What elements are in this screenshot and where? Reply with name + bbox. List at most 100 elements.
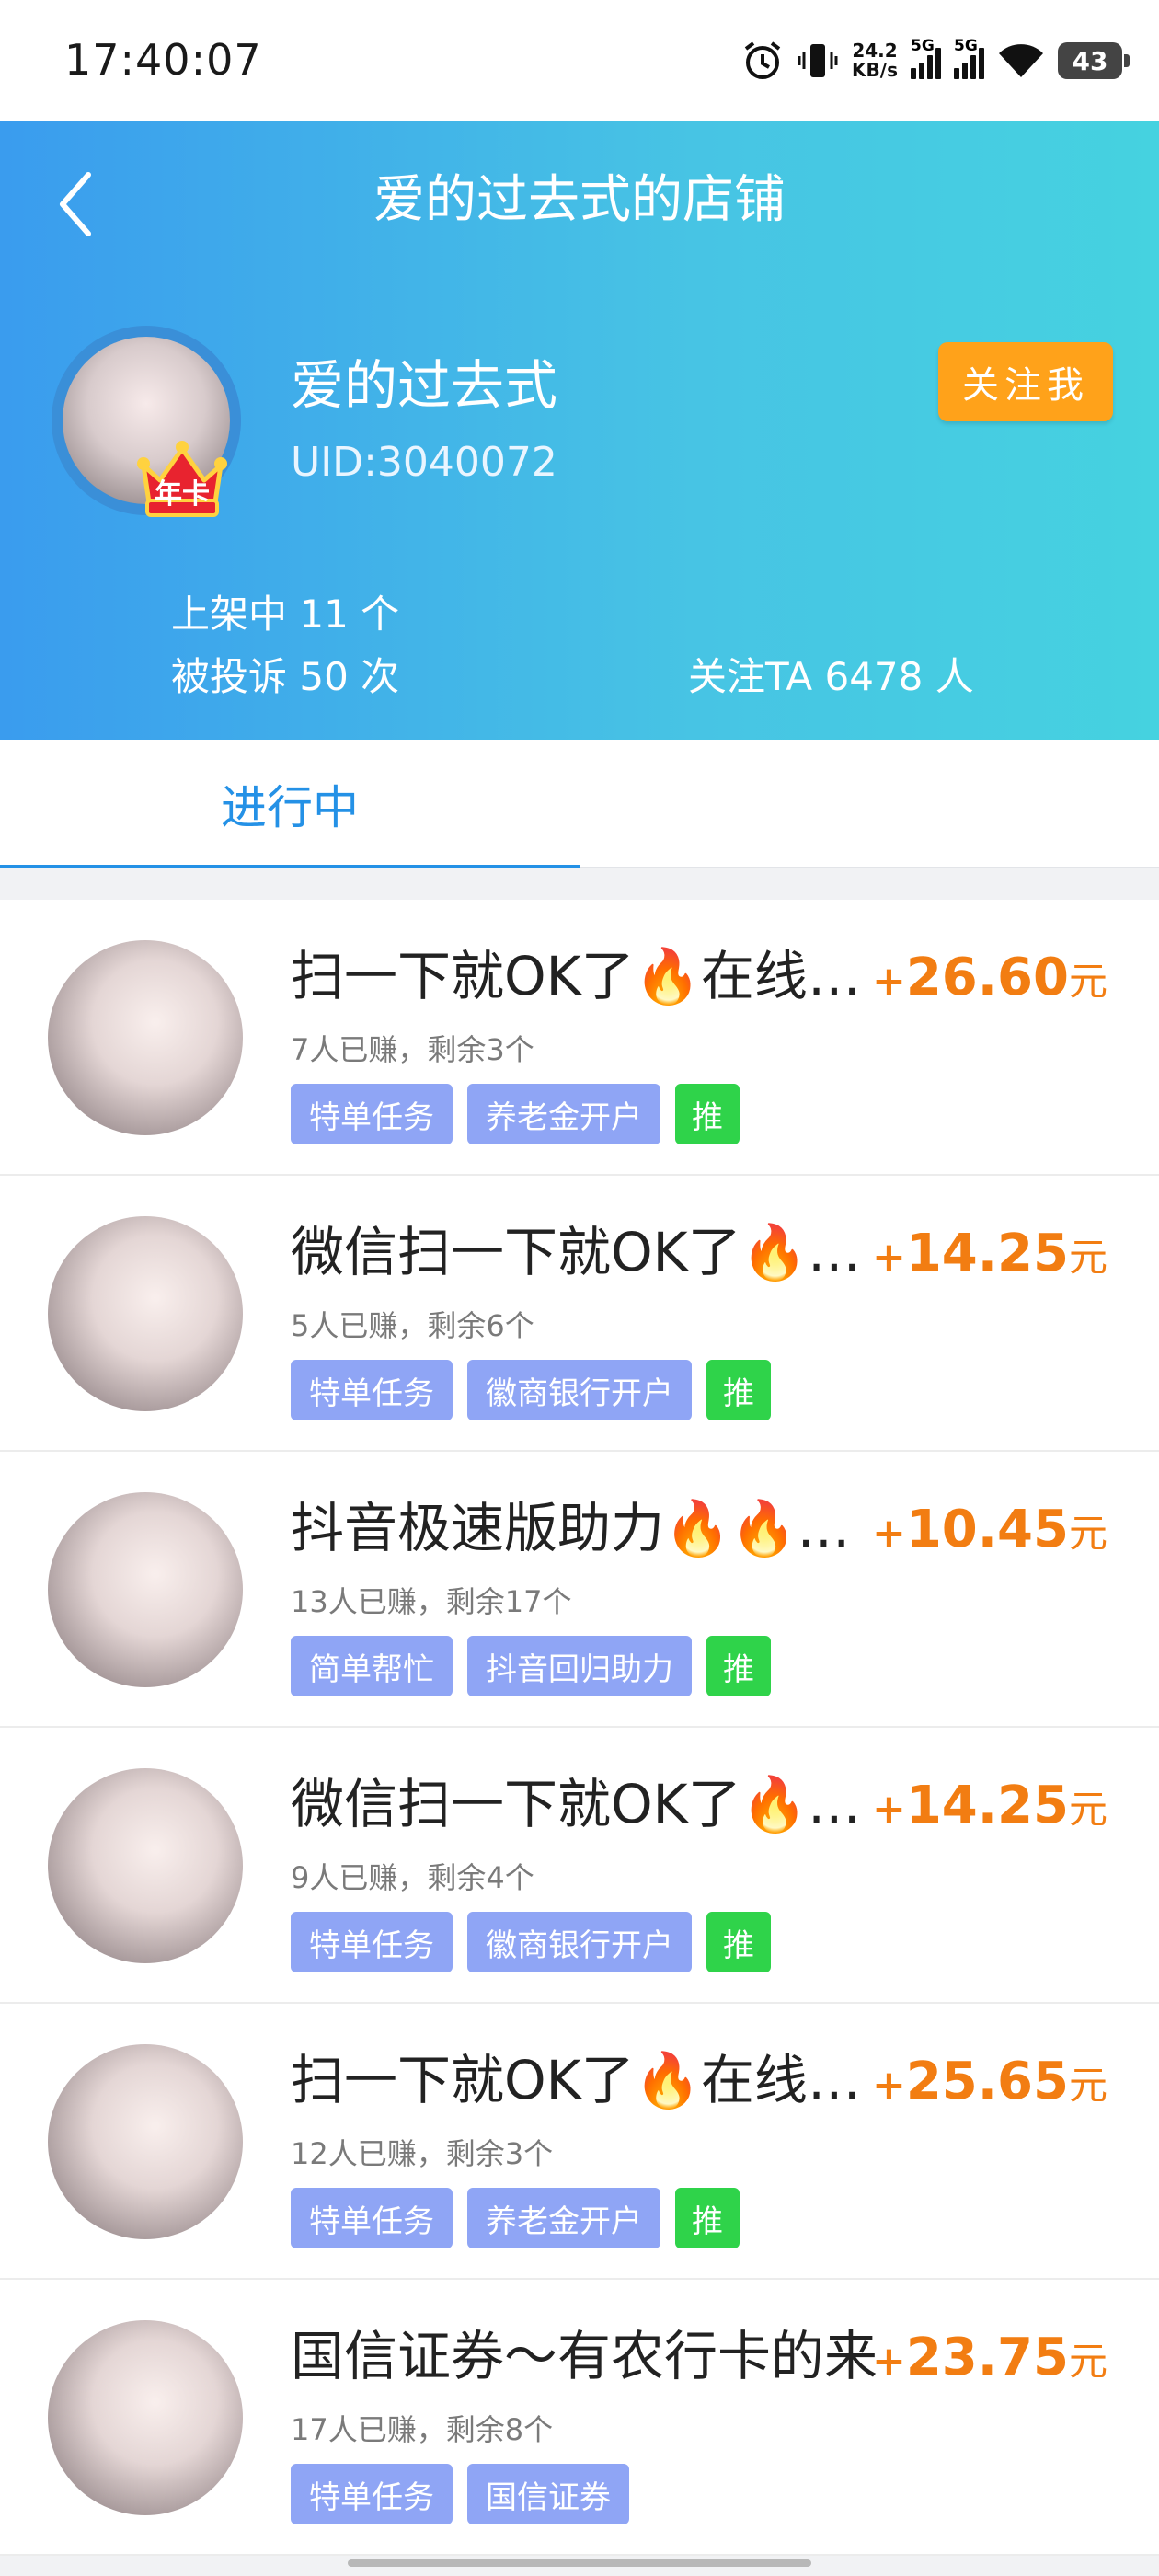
task-avatar [48, 1216, 243, 1411]
task-tag: 特单任务 [291, 2188, 453, 2248]
reward-amount: 10.45 [905, 1500, 1069, 1559]
task-title: 国信证券～有农行卡的来 [291, 2325, 878, 2387]
task-tag: 特单任务 [291, 1360, 453, 1420]
reward-unit: 元 [1068, 1511, 1107, 1556]
task-tag: 简单帮忙 [291, 1636, 453, 1696]
status-time: 17:40:07 [64, 35, 262, 85]
task-item[interactable]: 扫一下就OK了🔥在线… 12人已赚，剩余3个特单任务 养老金开户推 +25.65元 [0, 2004, 1159, 2280]
task-tag: 养老金开户 [467, 1084, 660, 1144]
recommend-badge: 推 [675, 1084, 740, 1144]
task-title: 微信扫一下就OK了🔥… [291, 1773, 861, 1835]
reward-amount: 14.25 [905, 1224, 1069, 1283]
signal-label-2: 5G [954, 37, 978, 55]
task-tags: 特单任务 养老金开户推 [291, 1084, 740, 1144]
task-progress: 17人已赚，剩余8个 [291, 2412, 554, 2447]
reward-amount: 26.60 [905, 948, 1069, 1007]
reward-plus: + [871, 2338, 906, 2385]
task-reward: +26.60元 [872, 948, 1107, 1007]
task-title: 扫一下就OK了🔥在线… [291, 945, 861, 1007]
task-reward: +14.25元 [872, 1224, 1107, 1283]
listed-count: 上架中 11 个 [171, 592, 400, 637]
page-title: 爱的过去式的店铺 [373, 170, 786, 230]
task-reward: +10.45元 [872, 1500, 1107, 1559]
task-progress: 13人已赚，剩余17个 [291, 1584, 572, 1619]
task-progress: 12人已赚，剩余3个 [291, 2136, 554, 2171]
reward-plus: + [871, 1510, 906, 1557]
net-speed-unit: KB/s [852, 59, 898, 81]
task-item[interactable]: 微信扫一下就OK了🔥… 5人已赚，剩余6个特单任务 徽商银行开户推 +14.25元 [0, 1176, 1159, 1452]
task-avatar [48, 2044, 243, 2239]
task-item[interactable]: 扫一下就OK了🔥在线… 7人已赚，剩余3个特单任务 养老金开户推 +26.60元 [0, 900, 1159, 1176]
tab-active-indicator [0, 865, 580, 868]
net-speed: 24.2 KB/s [852, 41, 898, 80]
recommend-badge: 推 [706, 1912, 771, 1972]
task-title: 微信扫一下就OK了🔥… [291, 1221, 861, 1283]
task-progress: 7人已赚，剩余3个 [291, 1032, 534, 1067]
task-tag: 徽商银行开户 [467, 1912, 692, 1972]
task-tags: 特单任务 养老金开户推 [291, 2188, 740, 2248]
signal-icon: 5G [911, 37, 941, 79]
task-progress: 5人已赚，剩余6个 [291, 1308, 534, 1343]
follow-button[interactable]: 关注我 [938, 342, 1113, 421]
task-avatar [48, 1768, 243, 1963]
status-icons: 24.2 KB/s 5G 5G 43 [741, 35, 1130, 86]
task-reward: +14.25元 [872, 1776, 1107, 1835]
task-tags: 特单任务 国信证券 [291, 2464, 629, 2524]
follower-count: 关注TA 6478 人 [688, 654, 974, 699]
reward-plus: + [871, 2062, 906, 2109]
task-avatar [48, 940, 243, 1135]
reward-amount: 23.75 [905, 2328, 1069, 2387]
signal-label: 5G [911, 37, 935, 55]
battery-level: 43 [1072, 45, 1108, 76]
task-tag: 徽商银行开户 [467, 1360, 692, 1420]
status-bar: 17:40:07 24.2 KB/s 5G 5G 43 [0, 0, 1159, 121]
crown-label: 年卡 [155, 478, 210, 511]
reward-plus: + [871, 1786, 906, 1833]
task-item[interactable]: 微信扫一下就OK了🔥… 9人已赚，剩余4个特单任务 徽商银行开户推 +14.25元 [0, 1728, 1159, 2004]
task-avatar [48, 1492, 243, 1687]
net-speed-value: 24.2 [852, 40, 898, 62]
task-item[interactable]: 国信证券～有农行卡的来 17人已赚，剩余8个特单任务 国信证券 +23.75元 [0, 2280, 1159, 2556]
reward-amount: 14.25 [905, 1776, 1069, 1835]
reward-unit: 元 [1068, 1787, 1107, 1832]
task-avatar [48, 2320, 243, 2515]
recommend-badge: 推 [675, 2188, 740, 2248]
task-title: 抖音极速版助力🔥🔥… [291, 1497, 851, 1559]
wifi-icon [997, 40, 1045, 81]
shop-name: 爱的过去式 [291, 354, 558, 417]
alarm-icon [741, 40, 784, 82]
task-tag: 国信证券 [467, 2464, 629, 2524]
task-tags: 特单任务 徽商银行开户推 [291, 1360, 771, 1420]
shop-uid: UID:3040072 [291, 439, 557, 486]
reward-unit: 元 [1068, 1235, 1107, 1280]
reward-unit: 元 [1068, 2063, 1107, 2108]
task-tags: 特单任务 徽商银行开户推 [291, 1912, 771, 1972]
task-tag: 特单任务 [291, 1084, 453, 1144]
crown-badge: 年卡 [134, 425, 230, 521]
task-list: 扫一下就OK了🔥在线… 7人已赚，剩余3个 特单任务 养老金开户推 +26.60元 微信扫… [0, 900, 1159, 2556]
recommend-badge: 推 [706, 1360, 771, 1420]
vibrate-icon [797, 40, 839, 82]
task-tag: 特单任务 [291, 1912, 453, 1972]
tab-bar: 进行中 [0, 740, 1159, 868]
task-progress: 9人已赚，剩余4个 [291, 1860, 534, 1895]
home-indicator[interactable] [348, 2559, 811, 2567]
reward-plus: + [871, 958, 906, 1005]
reward-unit: 元 [1068, 959, 1107, 1004]
tab-in-progress[interactable]: 进行中 [0, 740, 580, 868]
task-tags: 简单帮忙 抖音回归助力推 [291, 1636, 771, 1696]
reward-amount: 25.65 [905, 2052, 1069, 2111]
signal-icon-2: 5G [954, 37, 984, 79]
task-reward: +25.65元 [872, 2052, 1107, 2111]
task-tag: 特单任务 [291, 2464, 453, 2524]
reward-plus: + [871, 1234, 906, 1281]
task-tag: 抖音回归助力 [467, 1636, 692, 1696]
battery-icon: 43 [1058, 42, 1130, 79]
task-title: 扫一下就OK了🔥在线… [291, 2049, 861, 2111]
reward-unit: 元 [1068, 2339, 1107, 2384]
complaint-count: 被投诉 50 次 [171, 654, 400, 699]
shop-header: 爱的过去式的店铺 年卡 爱的过去式 UID:3040072 关注我 上架中 11… [0, 121, 1159, 740]
recommend-badge: 推 [706, 1636, 771, 1696]
task-reward: +23.75元 [872, 2328, 1107, 2387]
task-item[interactable]: 抖音极速版助力🔥🔥… 13人已赚，剩余17个简单帮忙 抖音回归助力推 +10.45元 [0, 1452, 1159, 1728]
